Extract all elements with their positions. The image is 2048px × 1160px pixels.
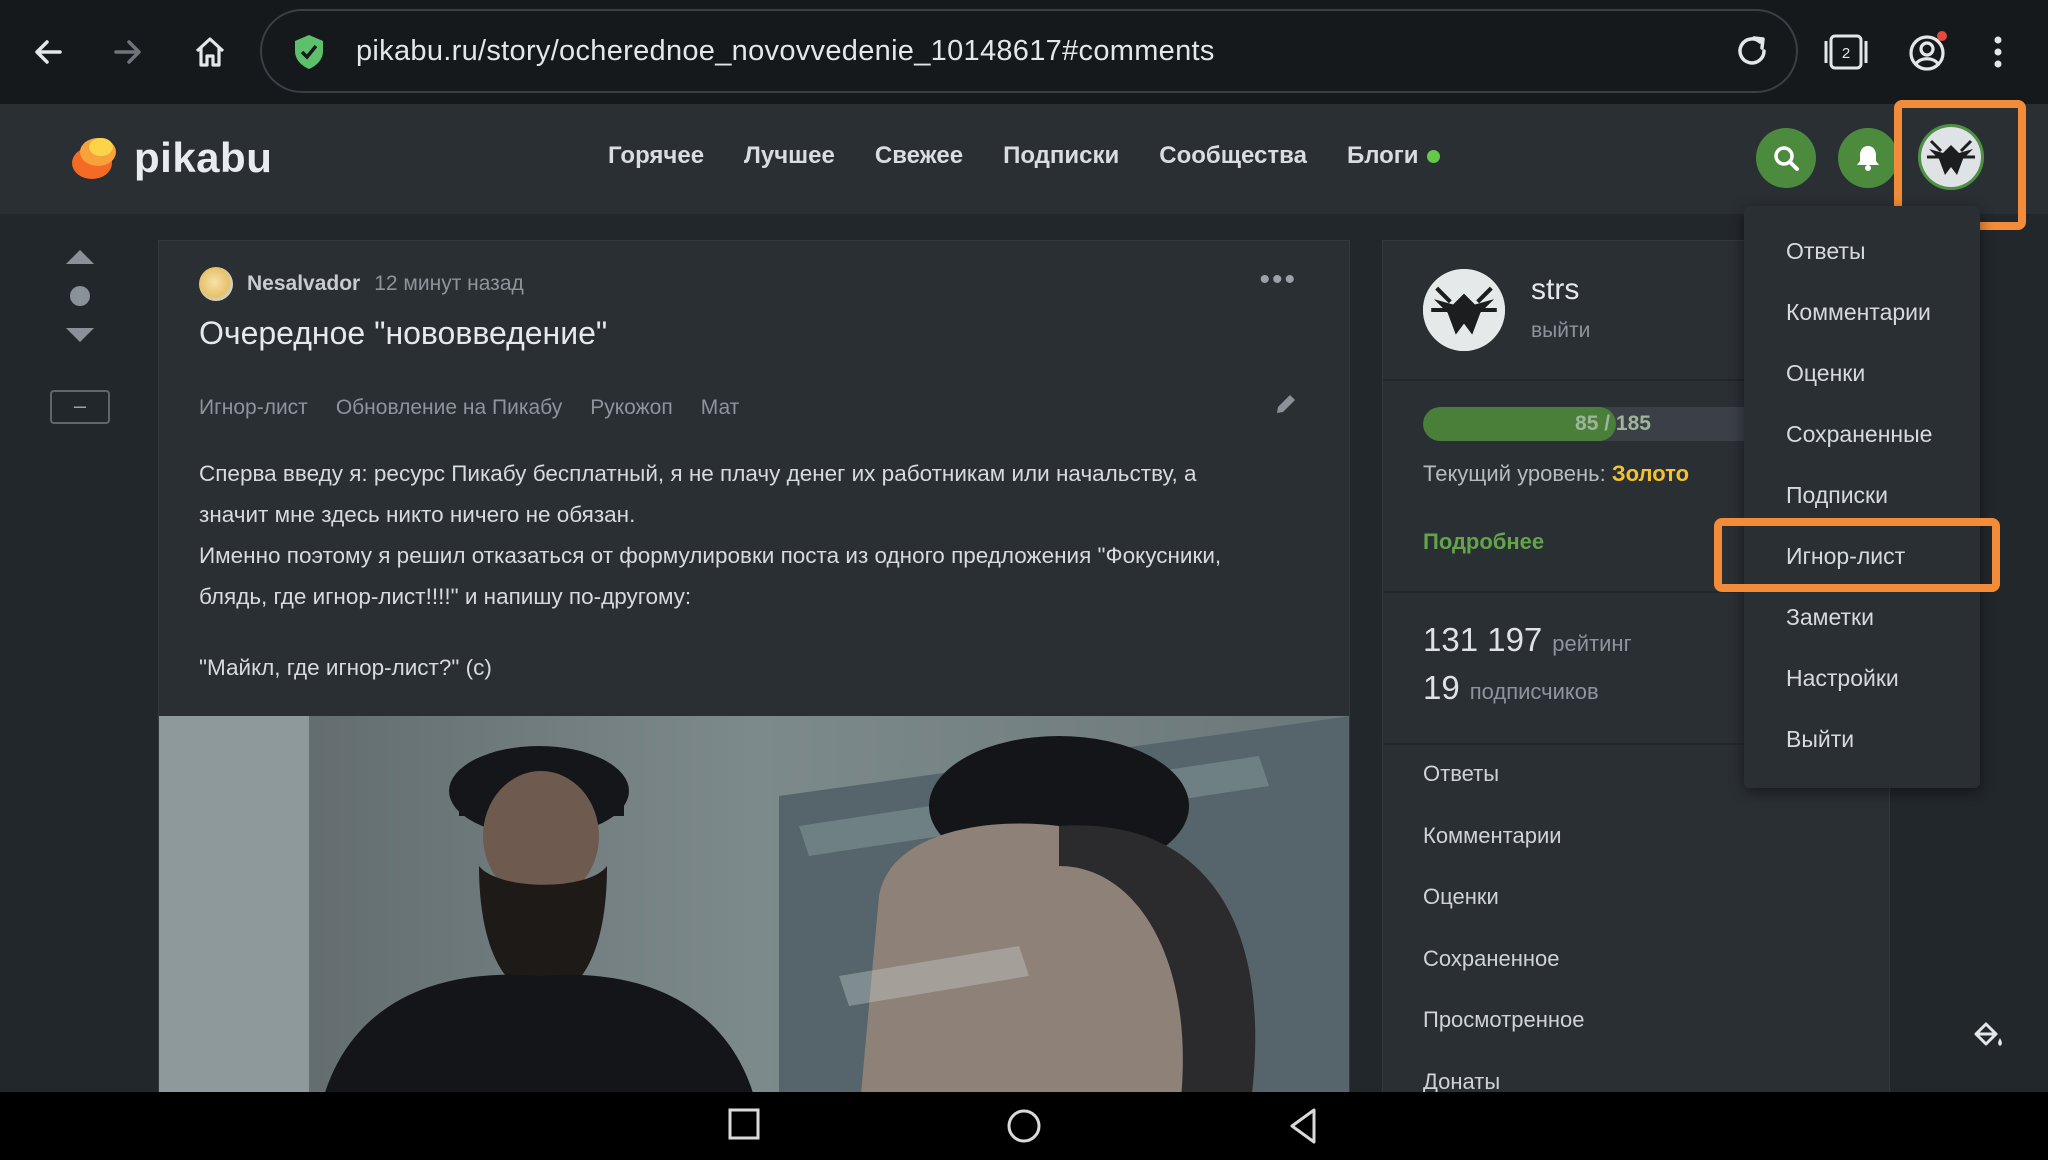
nav-best[interactable]: Лучшее <box>744 142 835 170</box>
post-body-line: Сперва введу я: ресурс Пикабу бесплатный… <box>199 461 1197 486</box>
bell-icon <box>1857 146 1879 171</box>
subscribers-stat[interactable]: 19 подписчиков <box>1423 669 1599 707</box>
profile-link-ratings[interactable]: Оценки <box>1423 884 1584 946</box>
downvote-icon[interactable] <box>66 328 94 342</box>
pikabu-logo[interactable]: pikabu <box>70 134 272 182</box>
profile-links: Ответы Комментарии Оценки Сохраненное Пр… <box>1423 761 1584 1099</box>
rating-stat: 131 197 рейтинг <box>1423 621 1632 659</box>
nav-fresh[interactable]: Свежее <box>875 142 963 170</box>
more-details-link[interactable]: Подробнее <box>1423 529 1544 555</box>
upvote-icon[interactable] <box>66 250 94 264</box>
notifications-button[interactable] <box>1838 128 1898 188</box>
collapse-button[interactable]: – <box>50 390 110 424</box>
top-nav: Горячее Лучшее Свежее Подписки Сообществ… <box>608 142 1440 170</box>
pikabu-logo-icon <box>72 138 116 179</box>
search-icon <box>1774 146 1799 171</box>
post-body: Сперва введу я: ресурс Пикабу бесплатный… <box>199 453 1319 617</box>
menu-item-saved[interactable]: Сохраненные <box>1786 421 1932 448</box>
rating-label: рейтинг <box>1552 631 1632 656</box>
reload-icon[interactable] <box>1730 29 1774 78</box>
highlight-ignore-list <box>1714 518 2000 592</box>
user-dropdown-menu: Ответы Комментарии Оценки Сохраненные По… <box>1744 206 1980 788</box>
browser-toolbar: pikabu.ru/story/ocherednoe_novovvedenie_… <box>0 0 2048 104</box>
edit-pencil-icon[interactable] <box>1273 391 1299 422</box>
profile-avatar[interactable] <box>1423 269 1505 351</box>
tag[interactable]: Обновление на Пикабу <box>336 396 562 420</box>
nav-communities[interactable]: Сообщества <box>1159 142 1307 170</box>
post-body-line: блядь, где игнор-лист!!!!" и напишу по-д… <box>199 584 692 609</box>
more-vert-icon[interactable] <box>1968 22 2028 82</box>
tag[interactable]: Рукожоп <box>590 396 672 420</box>
profile-username[interactable]: strs <box>1531 273 1579 307</box>
url-text: pikabu.ru/story/ocherednoe_novovvedenie_… <box>356 35 1215 67</box>
level-value: Золото <box>1611 461 1690 486</box>
vote-dot-icon <box>70 286 90 306</box>
nav-subscriptions[interactable]: Подписки <box>1003 142 1119 170</box>
menu-item-comments[interactable]: Комментарии <box>1786 299 1931 326</box>
profile-link-comments[interactable]: Комментарии <box>1423 823 1584 885</box>
menu-item-replies[interactable]: Ответы <box>1786 238 1865 265</box>
search-button[interactable] <box>1756 128 1816 188</box>
post-body-line: Именно поэтому я решил отказаться от фор… <box>199 543 1222 568</box>
vote-column: – <box>50 240 110 424</box>
level-label: Текущий уровень: <box>1423 461 1606 486</box>
secure-shield-icon <box>292 33 326 76</box>
menu-item-settings[interactable]: Настройки <box>1786 665 1899 692</box>
rating-number: 131 197 <box>1423 621 1543 658</box>
post-card: Nesalvador 12 минут назад ••• Очередное … <box>158 240 1350 1100</box>
post-body-line: значит мне здесь никто ничего не обязан. <box>199 502 636 527</box>
theme-paint-icon[interactable] <box>1970 1018 2006 1059</box>
logo-text: pikabu <box>134 134 273 181</box>
nav-hot[interactable]: Горячее <box>608 142 704 170</box>
post-title[interactable]: Очередное "нововведение" <box>199 315 607 352</box>
post-tags: Игнор-лист Обновление на Пикабу Рукожоп … <box>199 396 739 420</box>
subscribers-number: 19 <box>1423 669 1460 706</box>
post-image[interactable] <box>159 716 1349 1099</box>
post-quote: "Майкл, где игнор-лист?" (с) <box>199 655 492 680</box>
profile-link-saved[interactable]: Сохраненное <box>1423 946 1584 1008</box>
nav-blogs[interactable]: Блоги <box>1347 142 1440 170</box>
tag[interactable]: Мат <box>701 396 740 420</box>
site-header: pikabu Горячее Лучшее Свежее Подписки Со… <box>0 104 2048 214</box>
address-bar[interactable]: pikabu.ru/story/ocherednoe_novovvedenie_… <box>260 9 1798 93</box>
forward-icon[interactable] <box>98 22 158 82</box>
menu-item-logout[interactable]: Выйти <box>1786 726 1854 753</box>
home-icon[interactable] <box>180 22 240 82</box>
current-level: Текущий уровень: Золото <box>1423 461 1689 487</box>
tabs-count: 2 <box>1842 45 1850 62</box>
tabs-icon[interactable]: 2 <box>1816 22 1876 82</box>
menu-item-subscriptions[interactable]: Подписки <box>1786 482 1888 509</box>
recents-icon[interactable] <box>726 1106 762 1147</box>
nav-blogs-label: Блоги <box>1346 142 1419 169</box>
blogs-new-dot <box>1426 150 1440 164</box>
menu-item-notes[interactable]: Заметки <box>1786 604 1874 631</box>
post-time: 12 минут назад <box>374 272 524 295</box>
system-nav-bar <box>0 1092 2048 1160</box>
logout-link[interactable]: выйти <box>1531 319 1590 343</box>
profile-link-viewed[interactable]: Просмотренное <box>1423 1007 1584 1069</box>
menu-item-ratings[interactable]: Оценки <box>1786 360 1865 387</box>
tag[interactable]: Игнор-лист <box>199 396 308 420</box>
back-icon[interactable] <box>18 22 78 82</box>
subscribers-label: подписчиков <box>1469 679 1599 704</box>
profile-link-replies[interactable]: Ответы <box>1423 761 1584 823</box>
home-circle-icon[interactable] <box>1004 1106 1044 1151</box>
author-avatar[interactable] <box>199 267 233 301</box>
author-name[interactable]: Nesalvador <box>247 272 360 296</box>
back-triangle-icon[interactable] <box>1286 1106 1322 1151</box>
post-menu-icon[interactable]: ••• <box>1259 263 1297 297</box>
account-icon[interactable] <box>1898 22 1958 82</box>
